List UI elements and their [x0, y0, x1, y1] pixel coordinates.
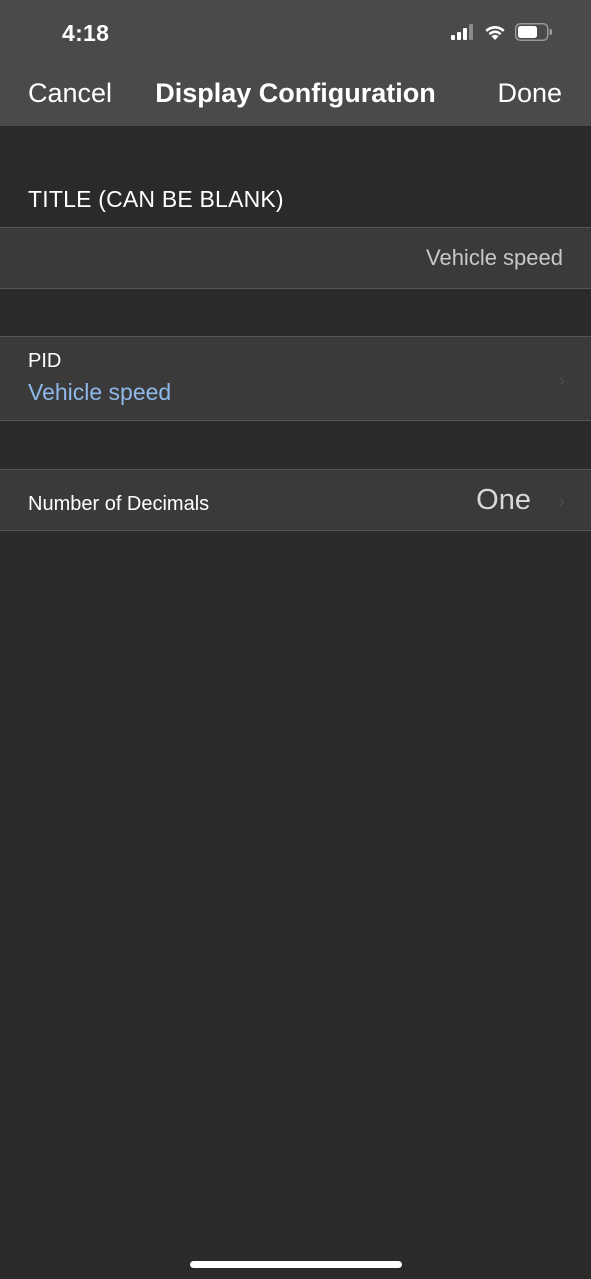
decimals-cell[interactable]: Number of Decimals One › [0, 469, 591, 531]
title-cell [0, 227, 591, 289]
pid-label: PID [28, 350, 62, 372]
title-section-header: TITLE (CAN BE BLANK) [28, 186, 284, 212]
top-bar: 4:18 Cancel Display Configuration Done [0, 0, 591, 126]
done-button[interactable]: Done [497, 78, 562, 109]
cellular-signal-icon [451, 23, 475, 45]
pid-value: Vehicle speed [28, 379, 172, 405]
battery-icon [515, 22, 553, 46]
status-time: 4:18 [62, 20, 110, 46]
decimals-label: Number of Decimals [28, 493, 210, 515]
title-input[interactable] [43, 228, 563, 288]
wifi-icon [483, 23, 507, 46]
home-indicator[interactable] [190, 1261, 402, 1268]
decimals-value: One [476, 484, 531, 516]
chevron-right-icon: › [557, 367, 565, 392]
display-configuration-screen: 4:18 Cancel Display Configuration Done T… [0, 0, 591, 1279]
pid-cell[interactable]: PID Vehicle speed › [0, 336, 591, 421]
chevron-right-icon: › [557, 488, 565, 513]
status-icons [451, 22, 553, 46]
